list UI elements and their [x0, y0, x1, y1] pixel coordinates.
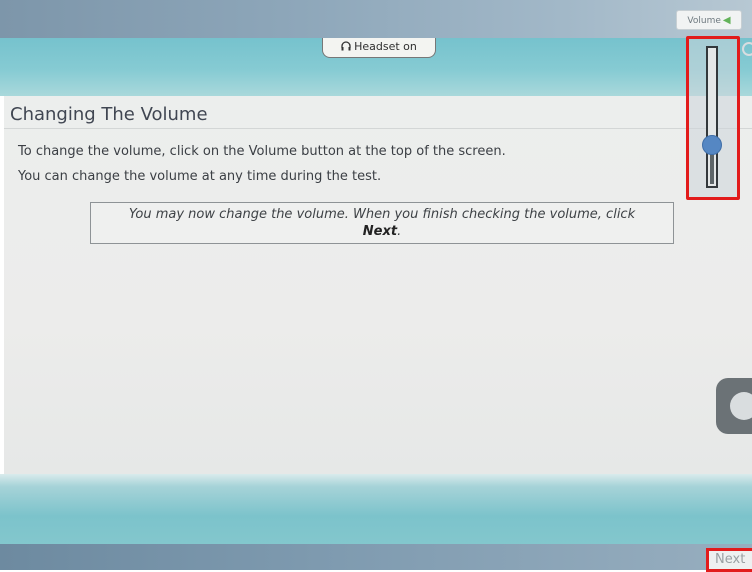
- headset-tab: Headset on: [322, 38, 436, 58]
- page-title: Changing The Volume: [10, 104, 208, 125]
- volume-slider-handle[interactable]: [702, 134, 722, 155]
- headset-label: Headset on: [354, 40, 417, 53]
- instruction-callout: You may now change the volume. When you …: [90, 202, 674, 244]
- instruction-line-1: To change the volume, click on the Volum…: [18, 144, 506, 159]
- title-divider: [4, 128, 752, 129]
- callout-period: .: [397, 224, 402, 239]
- circle-icon: [742, 42, 752, 56]
- footer-bar: [0, 544, 752, 570]
- instruction-line-2: You can change the volume at any time du…: [18, 169, 382, 184]
- circle-icon: [730, 392, 752, 420]
- speaker-icon: ◀: [722, 15, 731, 26]
- callout-next-emphasis: Next: [362, 224, 398, 239]
- top-bar: [0, 0, 752, 38]
- footer-banner: [0, 474, 752, 544]
- volume-label: Volume: [687, 16, 721, 26]
- headphones-icon: [341, 41, 351, 51]
- next-button[interactable]: Next: [706, 548, 752, 572]
- side-tool-button[interactable]: [716, 378, 752, 434]
- volume-slider-track[interactable]: [706, 46, 718, 188]
- volume-button[interactable]: Volume ◀: [676, 10, 742, 30]
- callout-text: You may now change the volume. When you …: [128, 207, 636, 222]
